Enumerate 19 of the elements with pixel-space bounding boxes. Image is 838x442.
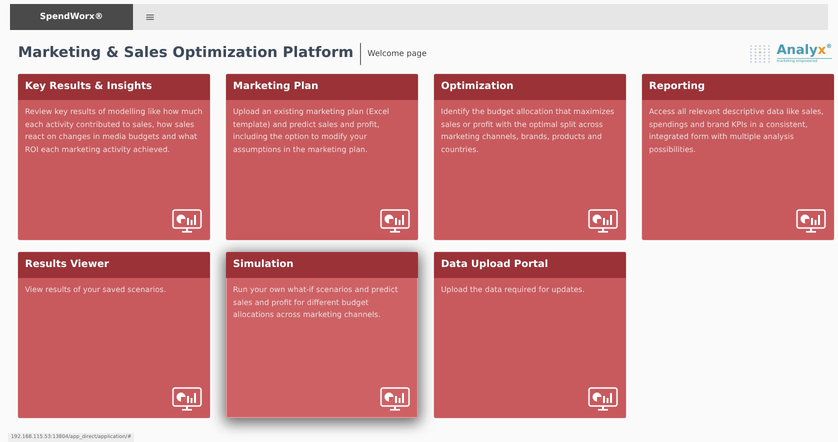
tile-title: Simulation — [226, 252, 418, 278]
app-brand[interactable]: SpendWorx® — [10, 4, 133, 30]
tile-title: Optimization — [434, 74, 626, 100]
dot-grid-icon — [748, 44, 773, 64]
dashboard-monitor-icon — [588, 209, 618, 234]
dashboard-monitor-icon — [380, 209, 410, 234]
dashboard-monitor-icon — [172, 387, 202, 412]
page-subtitle: Welcome page — [366, 48, 427, 60]
dashboard-monitor-icon — [796, 209, 826, 234]
tile-title: Results Viewer — [18, 252, 210, 278]
tile-title: Data Upload Portal — [434, 252, 626, 278]
dashboard-monitor-icon — [172, 209, 202, 234]
tile-title: Key Results & Insights — [18, 74, 210, 100]
dashboard-monitor-icon — [380, 387, 410, 412]
menu-button[interactable]: ≡ — [133, 4, 168, 30]
dashboard-monitor-icon — [588, 387, 618, 412]
tile-title: Marketing Plan — [226, 74, 418, 100]
tile-title: Reporting — [642, 74, 834, 100]
page-title: Marketing & Sales Optimization Platform — [18, 43, 360, 65]
